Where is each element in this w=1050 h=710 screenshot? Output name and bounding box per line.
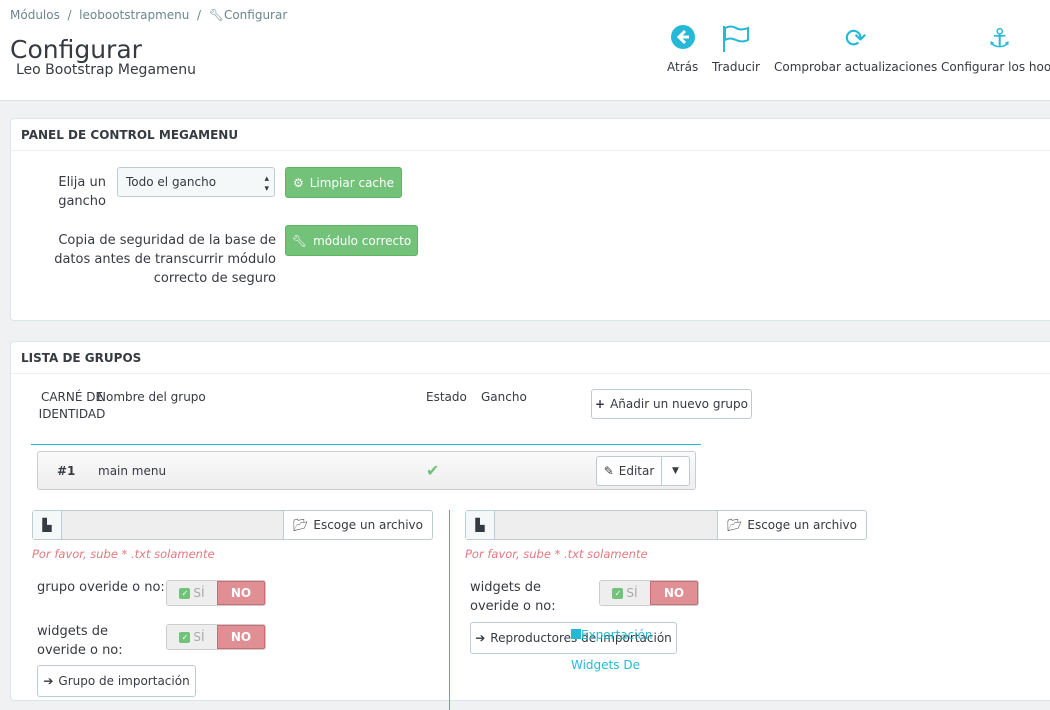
check-square-icon: ✓ — [612, 587, 624, 599]
wrench-icon: 🔧︎ — [208, 8, 224, 22]
page-title: Configurar — [10, 35, 142, 64]
cogs-icon: ⚙ — [292, 175, 304, 190]
choose-file-label: Escoge un archivo — [747, 518, 857, 532]
switch-yes[interactable]: ✓ SÍ — [600, 581, 650, 605]
refresh-icon: ⟳ — [844, 24, 867, 54]
switch-no[interactable]: NO — [217, 625, 265, 649]
check-icon: ✔ — [426, 461, 440, 480]
hook-select-value: Todo el gancho — [126, 175, 217, 189]
check-square-icon: ✓ — [179, 631, 191, 643]
table-row: #1 main menu ✔ ✎ Editar ▼ — [37, 451, 696, 490]
page-subtitle: Leo Bootstrap Megamenu — [16, 62, 197, 78]
control-panel-title: PANEL DE CONTROL MEGAMENU — [11, 119, 1050, 151]
choose-file-label: Escoge un archivo — [313, 518, 423, 532]
folder-open-icon: 📂︎ — [293, 518, 309, 532]
fix-module-label: módulo correcto — [313, 233, 412, 248]
breadcrumb-current: Configurar — [223, 8, 288, 22]
configure-hooks-button[interactable]: ⚓︎ Configurar los hook — [941, 24, 1050, 74]
widgets-link[interactable]: Widgets De — [571, 658, 640, 672]
group-override-label: grupo overide o no: — [37, 580, 165, 595]
group-file-input[interactable]: ▙ 📂︎ Escoge un archivo — [32, 510, 433, 540]
control-panel: PANEL DE CONTROL MEGAMENU Elija un ganch… — [10, 118, 1050, 321]
col-hook: Gancho — [481, 390, 527, 404]
choose-file-button[interactable]: 📂︎ Escoge un archivo — [717, 511, 866, 539]
choose-file-button[interactable]: 📂︎ Escoge un archivo — [283, 511, 432, 539]
group-name: main menu — [98, 464, 167, 478]
yes-label: SÍ — [626, 586, 638, 600]
breadcrumb-modules[interactable]: Módulos — [10, 8, 60, 22]
file-hint: Por favor, sube * .txt solamente — [32, 547, 215, 561]
widgets-override-label: widgets de overide o no: — [470, 580, 556, 614]
widgets-override-switch[interactable]: ✓ SÍ NO — [166, 624, 266, 650]
switch-no[interactable]: NO — [650, 581, 698, 605]
switch-no[interactable]: NO — [217, 581, 265, 605]
switch-yes[interactable]: ✓ SÍ — [167, 581, 217, 605]
check-square-icon: ✓ — [179, 587, 191, 599]
group-id: #1 — [57, 464, 76, 478]
arrow-circle-right-icon: ➔ — [43, 674, 54, 688]
switch-yes[interactable]: ✓ SÍ — [167, 625, 217, 649]
group-override-switch[interactable]: ✓ SÍ NO — [166, 580, 266, 606]
file-hint: Por favor, sube * .txt solamente — [465, 547, 648, 561]
flag-icon — [712, 24, 760, 54]
export-label: Exportación — [581, 628, 653, 642]
groups-panel-title: LISTA DE GRUPOS — [11, 342, 1050, 374]
yes-label: SÍ — [193, 630, 205, 644]
widgets-override-label: widgets de overide o no: — [37, 624, 123, 658]
translate-button[interactable]: Traducir — [712, 24, 760, 74]
folder-open-icon: 📂︎ — [727, 518, 743, 532]
backup-label: Copia de seguridad de la base de datos a… — [54, 233, 276, 286]
widgets-override-switch[interactable]: ✓ SÍ NO — [599, 580, 699, 606]
clear-cache-label: Limpiar cache — [309, 175, 395, 190]
hook-label: Elija un gancho — [58, 175, 106, 209]
back-label: Atrás — [667, 60, 699, 74]
breadcrumb-module[interactable]: leobootstrapmenu — [79, 8, 189, 22]
col-name: Nombre del grupo — [97, 390, 206, 404]
col-status: Estado — [426, 390, 467, 404]
check-updates-button[interactable]: ⟳ Comprobar actualizaciones — [774, 24, 937, 74]
header-divider — [31, 444, 701, 445]
back-button[interactable]: Atrás — [667, 24, 698, 74]
wrench-icon: 🔧︎ — [291, 233, 308, 248]
edit-dropdown-toggle[interactable]: ▼ — [661, 456, 690, 486]
pencil-icon: ✎ — [603, 464, 614, 478]
anchor-icon: ⚓︎ — [987, 24, 1012, 54]
column-divider — [449, 510, 450, 710]
arrow-circle-right-icon: ➔ — [475, 631, 486, 645]
plus-icon: + — [595, 397, 606, 411]
import-group-label: Grupo de importación — [58, 674, 190, 688]
arrow-circle-left-icon — [667, 24, 698, 54]
file-icon: ▙ — [466, 511, 495, 539]
translate-label: Traducir — [712, 60, 760, 74]
check-updates-label: Comprobar actualizaciones — [774, 60, 938, 74]
select-arrows-icon: ▴ ▾ — [264, 174, 269, 194]
edit-label: Editar — [618, 464, 655, 478]
widgets-file-input[interactable]: ▙ 📂︎ Escoge un archivo — [465, 510, 867, 540]
add-group-label: Añadir un nuevo grupo — [610, 397, 748, 411]
export-link[interactable]: Exportación — [571, 628, 653, 642]
caret-down-icon: ▼ — [672, 466, 679, 476]
edit-button[interactable]: ✎ Editar — [596, 456, 662, 486]
external-link-icon — [571, 629, 581, 639]
hook-select[interactable]: Todo el gancho ▴ ▾ — [117, 167, 275, 197]
add-group-button[interactable]: + Añadir un nuevo grupo — [591, 389, 752, 419]
configure-hooks-label: Configurar los hook — [941, 60, 1050, 74]
page-header: Módulos / leobootstrapmenu / 🔧︎Configura… — [0, 0, 1050, 101]
yes-label: SÍ — [193, 586, 205, 600]
import-group-button[interactable]: ➔ Grupo de importación — [37, 665, 196, 697]
file-icon: ▙ — [33, 511, 62, 539]
groups-panel: LISTA DE GRUPOS CARNÉ DE IDENTIDAD Nombr… — [10, 341, 1050, 710]
breadcrumb: Módulos / leobootstrapmenu / 🔧︎Configura… — [10, 8, 288, 22]
fix-module-button[interactable]: 🔧︎ módulo correcto — [285, 225, 418, 256]
clear-cache-button[interactable]: ⚙ Limpiar cache — [285, 167, 402, 198]
